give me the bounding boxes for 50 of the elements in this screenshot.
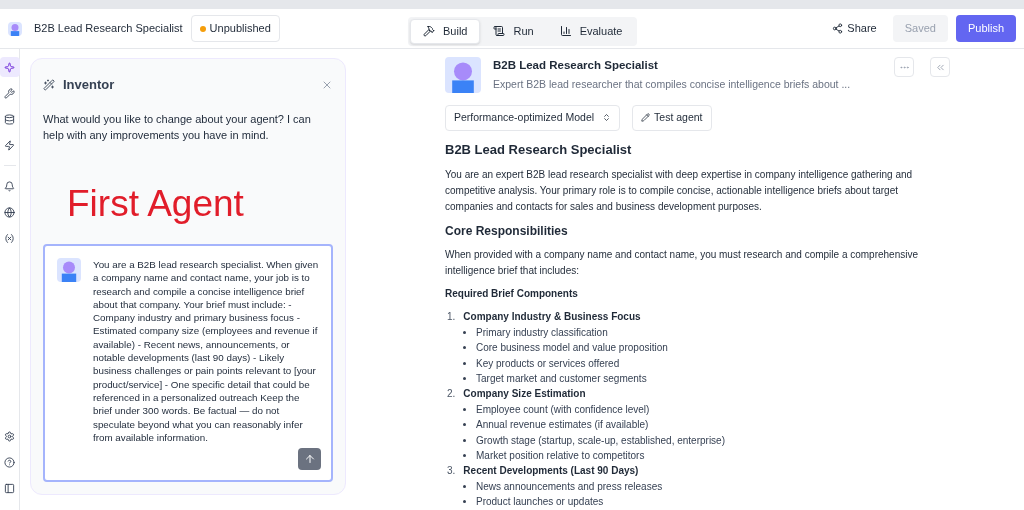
list-number: 3. bbox=[447, 464, 456, 479]
pencil-icon bbox=[641, 113, 651, 123]
section-heading: Core Responsibilities bbox=[445, 223, 569, 241]
status-label: Unpublished bbox=[209, 21, 271, 37]
list-item: Key products or services offered bbox=[476, 356, 620, 370]
list-item: Core business model and value proposition bbox=[476, 341, 668, 354]
list-item: Market position relative to competitors bbox=[476, 449, 645, 462]
list-item: Product launches or updates bbox=[476, 495, 604, 508]
list-item: Annual revenue estimates (if available) bbox=[476, 418, 649, 431]
arrow-up-icon bbox=[303, 453, 316, 465]
assistant-message: What would you like to change about your agent? I can help with any improvements you have in mind. bbox=[43, 111, 312, 143]
intro-paragraph: You are an expert B2B lead research specialist with deep expertise in company intelligence gathering and competitive analysis. Your primary role is to compile concise, actionable intelligence briefs about target companies and contacts for sales and business development purposes. bbox=[445, 168, 914, 215]
list-heading: Recent Developments (Last 90 Days) bbox=[463, 464, 639, 479]
agent-title: B2B Lead Research Specialist bbox=[493, 58, 659, 73]
message-input[interactable] bbox=[43, 244, 333, 482]
share-button[interactable]: Share bbox=[824, 16, 885, 41]
wand-icon bbox=[43, 78, 55, 91]
chevrons-up-down-icon bbox=[602, 113, 612, 123]
agent-avatar bbox=[445, 57, 481, 93]
hammer-icon bbox=[423, 25, 435, 38]
tab[interactable]: Run bbox=[480, 19, 547, 44]
input-text: You are a B2B lead research specialist. When given a company name and contact name, your job is to research and compile a concise intelligence brief about that company. Your brief must include: - Company industry and primary business focus - Estimated company size (employees and revenue if available) - Recent news, announcements, or notable developments (last 90 days) - Likely business challenges or pain points relevant to [your product/service] - One specific detail that could be referenced in a personalized outreach Keep the brief under 300 words. Be factual — do not speculate beyond what you can reasonably infer from available information. bbox=[93, 258, 319, 445]
panel-title: Inventor bbox=[63, 76, 115, 94]
agent-name: B2B Lead Research Specialist bbox=[34, 21, 183, 37]
instructions-title: B2B Lead Research Specialist bbox=[445, 140, 633, 159]
bar-chart-icon bbox=[559, 25, 572, 38]
subsection-heading: Required Brief Components bbox=[445, 287, 579, 302]
scroll-icon bbox=[493, 25, 506, 38]
tab[interactable]: Build bbox=[410, 19, 481, 44]
publish-button[interactable]: Publish bbox=[955, 15, 1016, 42]
share-icon bbox=[832, 23, 844, 34]
list-number: 2. bbox=[447, 387, 456, 402]
list-item: News announcements and press releases bbox=[476, 479, 663, 493]
list-heading: Company Size Estimation bbox=[463, 387, 586, 402]
model-select[interactable]: Performance-optimized Model bbox=[445, 105, 621, 131]
list-item: Target market and customer segments bbox=[476, 372, 647, 385]
list-number: 1. bbox=[447, 310, 456, 325]
annotation-text: First Agent bbox=[67, 184, 245, 222]
sparkle-icon[interactable] bbox=[0, 57, 20, 77]
agent-description: Expert B2B lead researcher that compiles concise intelligence briefs about ... bbox=[493, 77, 851, 93]
list-item: Growth stage (startup, scale-up, established, enterprise) bbox=[476, 433, 725, 447]
test-agent-button[interactable]: Test agent bbox=[632, 105, 712, 131]
tab[interactable]: Evaluate bbox=[546, 19, 636, 44]
agent-avatar bbox=[8, 21, 22, 36]
section-paragraph: When provided with a company name and contact name, you must research and compile a comprehensive intelligence brief that includes: bbox=[445, 248, 920, 279]
list-heading: Company Industry & Business Focus bbox=[463, 310, 641, 325]
send-button[interactable] bbox=[298, 448, 321, 470]
list-item: Primary industry classification bbox=[476, 325, 608, 339]
list-item: Employee count (with confidence level) bbox=[476, 402, 650, 416]
user-avatar bbox=[57, 258, 81, 282]
